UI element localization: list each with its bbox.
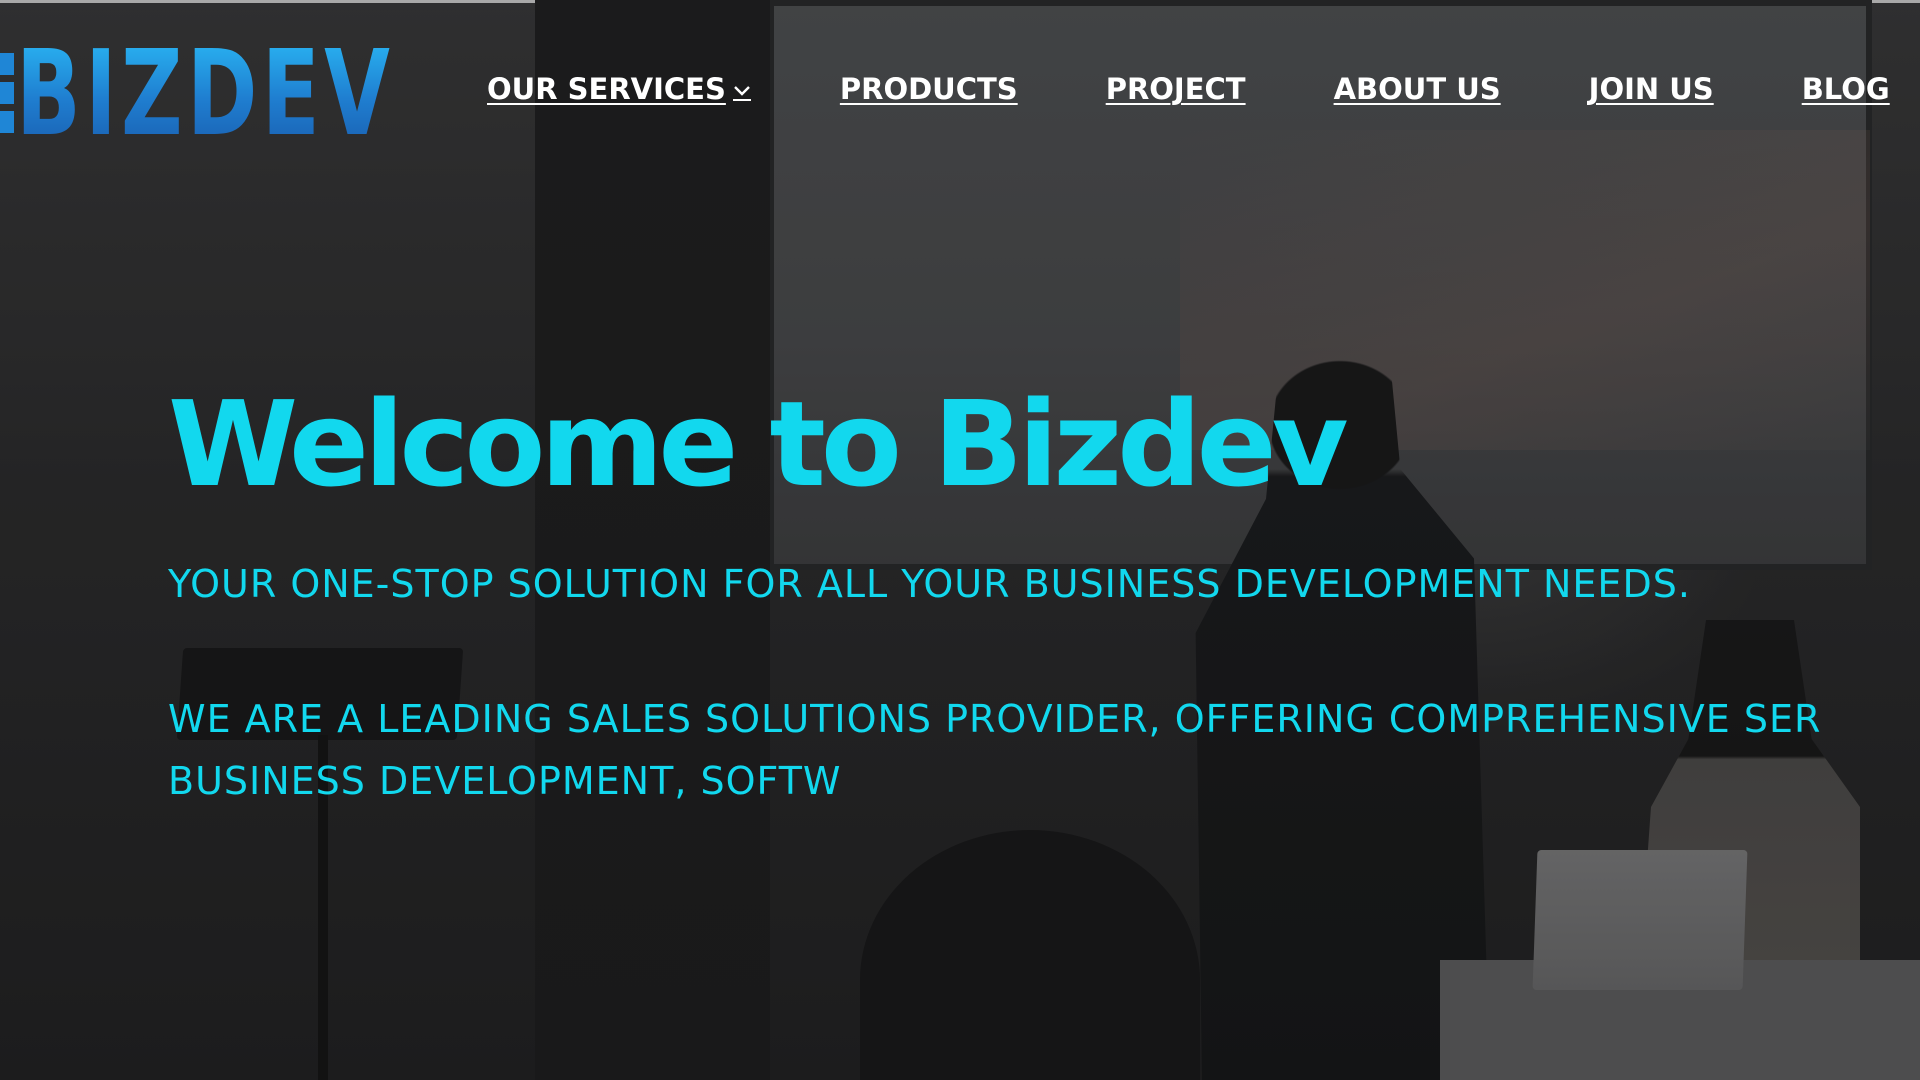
nav-our-services-label: OUR SERVICES xyxy=(487,72,726,106)
nav-products[interactable]: PRODUCTS xyxy=(840,72,1018,106)
nav-our-services[interactable]: OUR SERVICES xyxy=(487,72,752,106)
nav-about-us[interactable]: ABOUT US xyxy=(1334,72,1501,106)
page: BIZDEV OUR SERVICES PRODUCTS PROJECT ABO… xyxy=(0,0,1920,1080)
chevron-down-icon xyxy=(732,86,751,101)
hero-description: WE ARE A LEADING SALES SOLUTIONS PROVIDE… xyxy=(168,688,1920,812)
hero-title: Welcome to Bizdev xyxy=(168,375,1349,513)
nav-join-us[interactable]: JOIN US xyxy=(1589,72,1714,106)
hero-description-line-2: BUSINESS DEVELOPMENT, SOFTW xyxy=(168,759,842,803)
logo-mark-icon xyxy=(0,52,14,133)
main-nav: OUR SERVICES PRODUCTS PROJECT ABOUT US J… xyxy=(487,72,1890,106)
logo-text: BIZDEV xyxy=(16,23,395,162)
hero-description-line-1: WE ARE A LEADING SALES SOLUTIONS PROVIDE… xyxy=(168,697,1822,741)
brand-logo[interactable]: BIZDEV xyxy=(0,34,541,152)
hero-tagline: YOUR ONE-STOP SOLUTION FOR ALL YOUR BUSI… xyxy=(168,562,1691,606)
nav-blog[interactable]: BLOG xyxy=(1802,72,1890,106)
background-overlay xyxy=(0,0,1920,1080)
nav-project[interactable]: PROJECT xyxy=(1106,72,1246,106)
